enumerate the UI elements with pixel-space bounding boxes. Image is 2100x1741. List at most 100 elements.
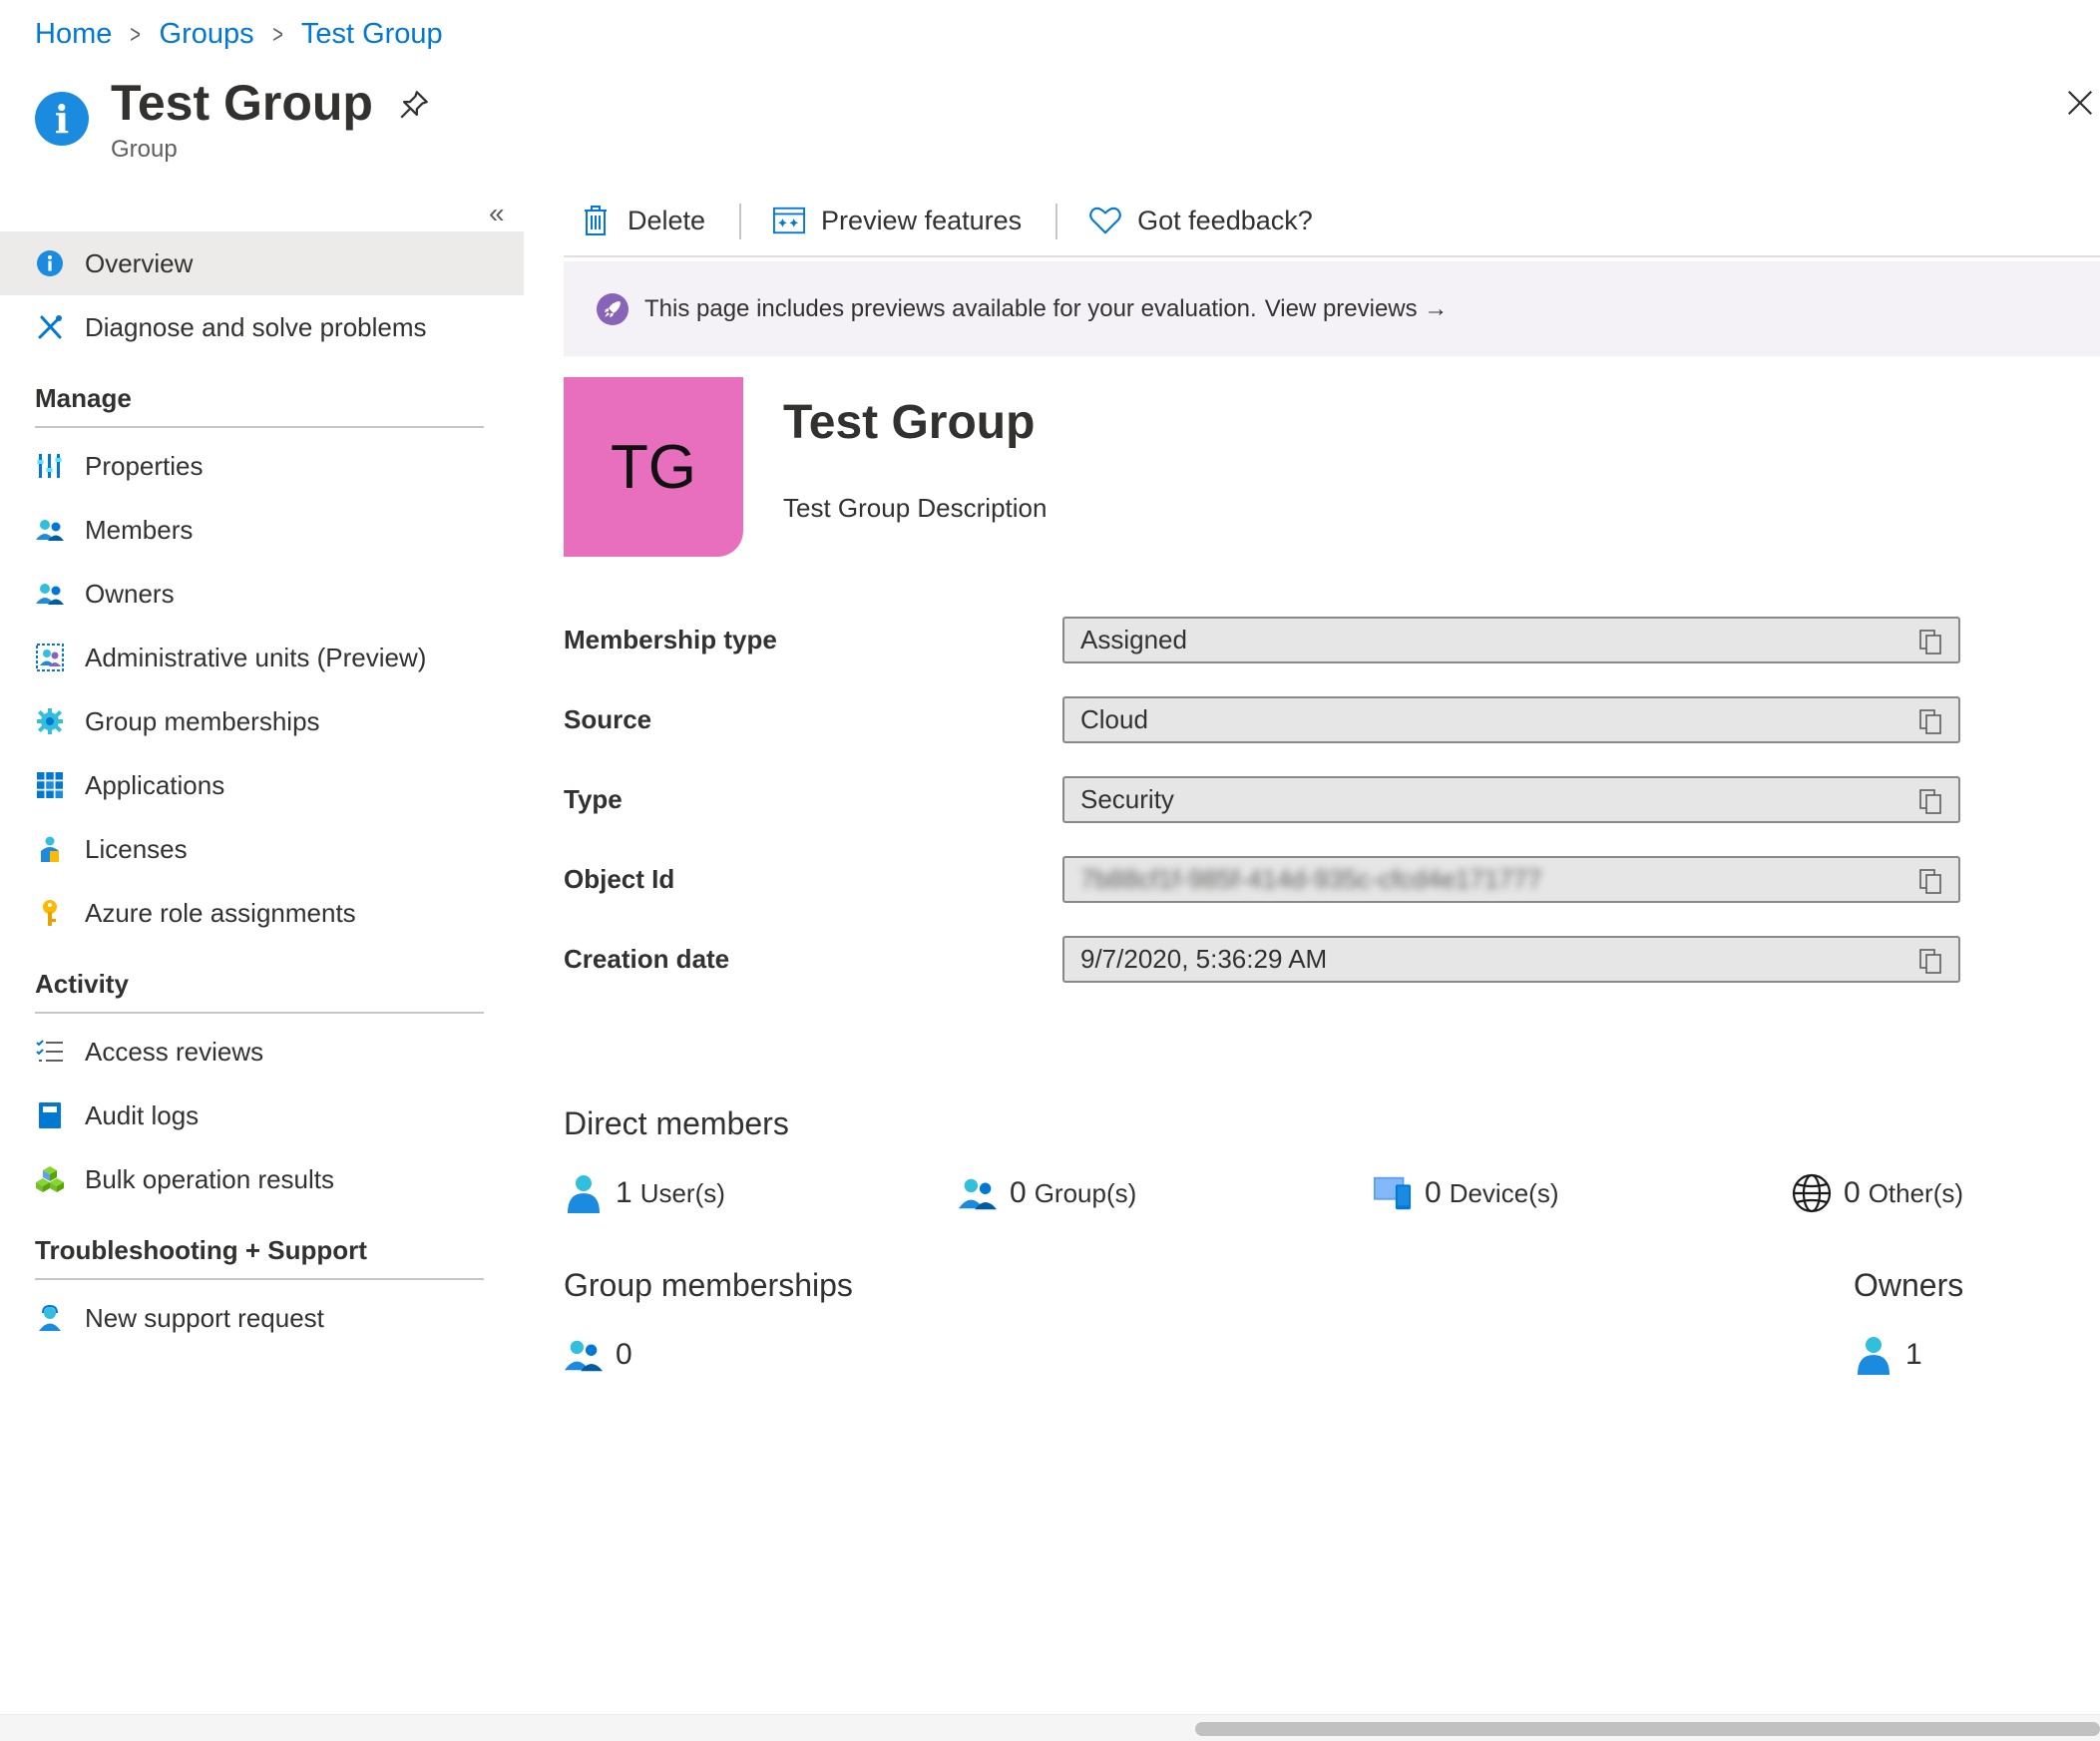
sidebar-item-owners[interactable]: Owners [0, 562, 524, 626]
sidebar-item-label: Licenses [85, 833, 188, 864]
close-icon[interactable] [2065, 88, 2095, 118]
page-subtitle: Group [111, 136, 178, 163]
toolbar-divider [1055, 204, 1058, 239]
trash-icon [580, 205, 612, 236]
delete-label: Delete [628, 205, 706, 235]
property-row-membership-type: Membership type Assigned [564, 617, 1960, 663]
object-id-field[interactable]: 7b88cf1f-985f-414d-935c-cfcd4e171777 [1062, 856, 1960, 903]
key-icon [35, 898, 65, 928]
copy-icon[interactable] [1918, 708, 1942, 734]
direct-members-others[interactable]: 0 Other(s) [1792, 1173, 1963, 1213]
sidebar-item-label: Audit logs [85, 1099, 200, 1130]
others-label: Other(s) [1868, 1177, 1964, 1208]
feedback-button[interactable]: Got feedback? [1073, 196, 1331, 245]
copy-icon[interactable] [1918, 629, 1942, 654]
direct-members-users[interactable]: 1 User(s) [564, 1173, 725, 1213]
group-avatar: TG [564, 377, 743, 557]
page-title: Test Group [111, 75, 373, 131]
preview-features-icon [773, 205, 806, 236]
property-label: Object Id [564, 864, 675, 894]
property-value: 7b88cf1f-985f-414d-935c-cfcd4e171777 [1080, 864, 1542, 894]
sidebar-item-label: Access reviews [85, 1036, 264, 1067]
grid-icon [35, 770, 65, 800]
toolbar-divider [739, 204, 742, 239]
sidebar-item-administrative-units[interactable]: Administrative units (Preview) [0, 626, 524, 689]
sidebar-section-activity: Activity [35, 945, 484, 1014]
sidebar-item-overview[interactable]: Overview [0, 231, 524, 295]
sidebar-item-licenses[interactable]: Licenses [0, 817, 524, 881]
breadcrumb-test-group-link[interactable]: Test Group [301, 18, 443, 51]
property-row-object-id: Object Id 7b88cf1f-985f-414d-935c-cfcd4e… [564, 856, 1960, 903]
info-icon: i [35, 92, 89, 146]
book-icon [35, 1100, 65, 1130]
view-previews-link[interactable]: View previews → [1265, 295, 1449, 323]
licenses-icon [35, 834, 65, 864]
banner-text: This page includes previews available fo… [644, 294, 1257, 322]
group-memberships-count[interactable]: 0 [564, 1335, 640, 1375]
group-icon [958, 1173, 998, 1213]
delete-button[interactable]: Delete [564, 196, 723, 245]
preview-features-button[interactable]: Preview features [757, 196, 1040, 245]
globe-icon [1792, 1173, 1832, 1213]
pin-icon[interactable] [397, 88, 431, 122]
groups-count: 0 [1010, 1176, 1027, 1209]
sidebar-item-audit-logs[interactable]: Audit logs [0, 1084, 524, 1147]
property-row-source: Source Cloud [564, 696, 1960, 743]
copy-icon[interactable] [1918, 868, 1942, 894]
properties-icon [35, 451, 65, 481]
property-label: Type [564, 784, 623, 814]
users-label: User(s) [639, 1177, 725, 1208]
properties-list: Membership type Assigned Source Cloud Ty… [564, 617, 1960, 1016]
sidebar: Overview Diagnose and solve problems Man… [0, 231, 524, 1350]
gear-icon [35, 706, 65, 736]
sidebar-item-label: Administrative units (Preview) [85, 642, 427, 672]
others-count: 0 [1844, 1176, 1861, 1209]
breadcrumb-groups-link[interactable]: Groups [160, 18, 254, 51]
sidebar-item-azure-role-assignments[interactable]: Azure role assignments [0, 881, 524, 945]
owners-count[interactable]: 1 [1854, 1335, 1930, 1375]
membership-type-field[interactable]: Assigned [1062, 617, 1960, 663]
command-bar: Delete Preview features Got feedback? [564, 196, 2100, 257]
chevron-right-icon: > [130, 19, 142, 49]
sidebar-item-label: Bulk operation results [85, 1163, 335, 1194]
user-icon [1854, 1335, 1893, 1375]
breadcrumb-home-link[interactable]: Home [35, 18, 112, 51]
group-memberships-title: Group memberships [564, 1267, 853, 1303]
direct-members-title: Direct members [564, 1105, 789, 1141]
direct-members-groups[interactable]: 0 Group(s) [958, 1173, 1136, 1213]
sidebar-item-group-memberships[interactable]: Group memberships [0, 689, 524, 753]
collapse-sidebar-icon[interactable]: « [489, 198, 505, 229]
property-row-creation-date: Creation date 9/7/2020, 5:36:29 AM [564, 936, 1960, 983]
sidebar-item-label: Applications [85, 769, 225, 800]
devices-count: 0 [1425, 1176, 1442, 1209]
horizontal-scrollbar-thumb[interactable] [1195, 1722, 2100, 1736]
heart-icon [1089, 205, 1121, 236]
copy-icon[interactable] [1918, 788, 1942, 814]
sidebar-item-new-support-request[interactable]: New support request [0, 1286, 524, 1350]
type-field[interactable]: Security [1062, 776, 1960, 823]
support-icon [35, 1303, 65, 1333]
copy-icon[interactable] [1918, 948, 1942, 974]
device-icon [1373, 1173, 1413, 1213]
sidebar-item-diagnose[interactable]: Diagnose and solve problems [0, 295, 524, 359]
property-label: Source [564, 704, 652, 734]
checklist-icon [35, 1037, 65, 1067]
breadcrumb: Home > Groups > Test Group [35, 18, 443, 51]
property-label: Creation date [564, 944, 730, 974]
sidebar-item-access-reviews[interactable]: Access reviews [0, 1020, 524, 1084]
source-field[interactable]: Cloud [1062, 696, 1960, 743]
sidebar-item-applications[interactable]: Applications [0, 753, 524, 817]
sidebar-item-members[interactable]: Members [0, 498, 524, 562]
property-row-type: Type Security [564, 776, 1960, 823]
sidebar-item-label: Members [85, 514, 194, 545]
group-description: Test Group Description [783, 493, 1048, 523]
group-name: Test Group [783, 396, 1036, 449]
creation-date-field[interactable]: 9/7/2020, 5:36:29 AM [1062, 936, 1960, 983]
sidebar-item-properties[interactable]: Properties [0, 434, 524, 498]
users-count: 1 [616, 1176, 632, 1209]
owners-icon [35, 579, 65, 609]
cubes-icon [35, 1164, 65, 1194]
chevron-right-icon: > [271, 19, 283, 49]
sidebar-item-bulk-operation-results[interactable]: Bulk operation results [0, 1147, 524, 1211]
direct-members-devices[interactable]: 0 Device(s) [1373, 1173, 1558, 1213]
